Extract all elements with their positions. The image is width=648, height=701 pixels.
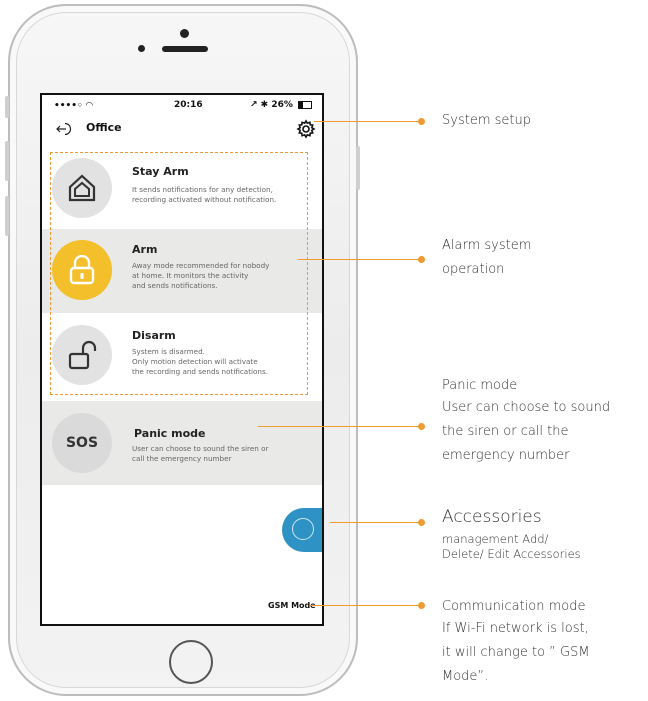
panic-description: User can choose to sound the siren or ca… bbox=[132, 444, 269, 463]
panic-mode-row[interactable]: SOS Panic mode User can choose to sound … bbox=[42, 401, 322, 485]
sos-icon: SOS bbox=[65, 435, 99, 451]
callout-dot-accessories bbox=[418, 519, 425, 526]
annotation-comm-line3: Mode”. bbox=[442, 669, 489, 684]
annotation-accessories-title: Accessories bbox=[442, 507, 542, 527]
annotation-comm-line1: If Wi-Fi network is lost, bbox=[442, 621, 589, 636]
panic-title: Panic mode bbox=[134, 427, 206, 440]
annotation-alarm-line2: operation bbox=[442, 262, 505, 277]
camera-icon bbox=[180, 29, 189, 38]
annotation-accessories-line2: Delete/ Edit Accessories bbox=[442, 547, 581, 561]
callout-dot-system-setup bbox=[418, 118, 425, 125]
annotation-comm-line2: it will change to ” GSM bbox=[442, 645, 590, 660]
power-button bbox=[356, 146, 360, 190]
annotation-panic-line1: User can choose to sound bbox=[442, 400, 611, 415]
nav-bar: Office bbox=[42, 117, 322, 143]
gear-icon[interactable] bbox=[296, 119, 316, 139]
callout-line-alarm bbox=[298, 259, 422, 260]
callout-dot-panic bbox=[418, 423, 425, 430]
back-arrow-icon[interactable] bbox=[56, 121, 72, 137]
home-button[interactable] bbox=[169, 640, 213, 684]
phone-frame: ••••◦ ◠ 20:16 ↗ ✱ 26% Office Stay Arm It… bbox=[5, 4, 360, 696]
battery-icon bbox=[298, 101, 312, 109]
callout-line-panic bbox=[258, 426, 422, 427]
volume-up-button bbox=[5, 141, 9, 181]
alarm-modes-highlight bbox=[50, 152, 308, 395]
callout-line-accessories bbox=[330, 522, 422, 523]
annotation-panic-title: Panic mode bbox=[442, 378, 518, 393]
annotation-accessories-line1: management Add/ bbox=[442, 532, 549, 546]
signal-indicator: ••••◦ ◠ bbox=[54, 101, 93, 111]
annotation-system-setup: System setup bbox=[442, 113, 531, 128]
callout-dot-alarm bbox=[418, 256, 425, 263]
accessories-icon bbox=[292, 518, 314, 540]
status-time: 20:16 bbox=[174, 100, 203, 110]
sensor-dot bbox=[138, 45, 145, 52]
app-screen: ••••◦ ◠ 20:16 ↗ ✱ 26% Office Stay Arm It… bbox=[40, 93, 324, 626]
annotation-panic-line2: the siren or call the bbox=[442, 424, 569, 439]
callout-dot-communication bbox=[418, 602, 425, 609]
accessories-button[interactable] bbox=[282, 508, 322, 552]
battery-percent: ↗ ✱ 26% bbox=[250, 100, 293, 110]
callout-line-communication bbox=[310, 605, 422, 606]
mute-switch bbox=[5, 96, 9, 118]
earpiece-speaker bbox=[162, 46, 208, 52]
gsm-mode-label: GSM Mode bbox=[268, 601, 316, 610]
callout-line-system-setup bbox=[314, 121, 422, 122]
status-bar: ••••◦ ◠ 20:16 ↗ ✱ 26% bbox=[42, 95, 322, 117]
panic-circle: SOS bbox=[52, 413, 112, 473]
volume-down-button bbox=[5, 196, 9, 236]
annotation-comm-title: Communication mode bbox=[442, 599, 586, 614]
annotation-alarm-line1: Alarm system bbox=[442, 238, 532, 253]
page-title: Office bbox=[86, 121, 122, 134]
annotation-panic-line3: emergency number bbox=[442, 448, 570, 463]
